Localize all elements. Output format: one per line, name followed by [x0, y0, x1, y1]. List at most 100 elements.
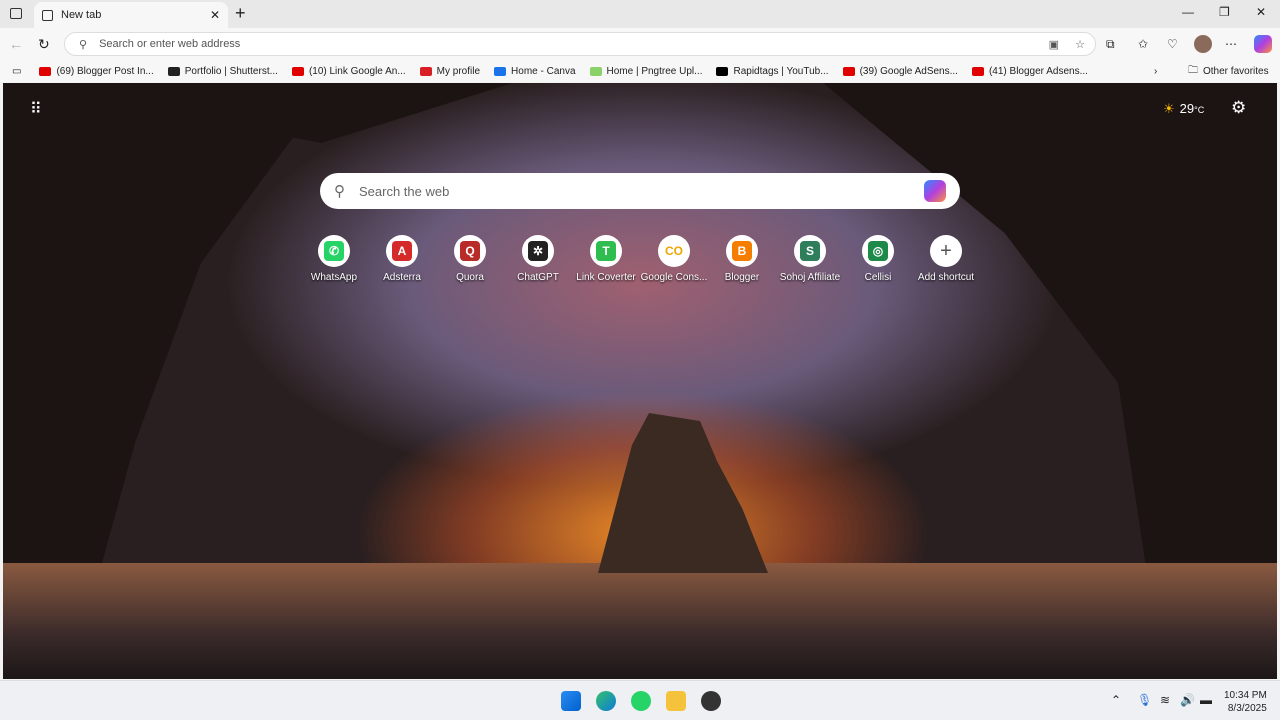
shortcut-tile[interactable]: S Sohoj Affiliate	[776, 235, 844, 283]
weather-widget[interactable]: ☀ 29°C	[1163, 101, 1204, 117]
shortcut-icon: CO	[658, 235, 690, 267]
more-icon[interactable]: ⋯	[1225, 37, 1237, 51]
add-shortcut-button[interactable]: + Add shortcut	[912, 235, 980, 283]
bookmark-item[interactable]: My profile	[419, 66, 480, 77]
shortcut-icon: A	[386, 235, 418, 267]
bookmark-item[interactable]: Portfolio | Shutterst...	[167, 66, 278, 77]
microphone-icon[interactable]: 🎙	[1137, 693, 1152, 707]
extensions-icon[interactable]: ⧉	[1106, 37, 1115, 52]
newtab-icon	[42, 9, 53, 21]
address-bar[interactable]: ⚲ Search or enter web address ☆ ▣	[64, 32, 1096, 56]
bookmark-item[interactable]: Home - Canva	[494, 66, 576, 77]
bookmark-favicon-icon	[842, 66, 855, 76]
bookmark-favicon-icon	[291, 66, 304, 76]
volume-icon[interactable]: 🔊	[1180, 693, 1195, 707]
shortcut-tile[interactable]: CO Google Cons...	[640, 235, 708, 283]
copilot-icon[interactable]	[924, 180, 946, 202]
more-bookmarks-chevron-icon[interactable]: ›	[1154, 66, 1157, 77]
shortcut-tile[interactable]: Q Quora	[436, 235, 504, 283]
tab-actions-icon[interactable]	[10, 8, 22, 19]
web-search-box[interactable]: ⚲ Search the web	[320, 173, 960, 209]
clock[interactable]: 10:34 PM 8/3/2025	[1224, 689, 1267, 715]
bookmark-favicon-icon	[167, 66, 180, 76]
address-input[interactable]: Search or enter web address	[99, 38, 240, 50]
back-icon[interactable]: ←	[9, 36, 23, 52]
bookmark-item[interactable]: Rapidtags | YouTub...	[716, 66, 829, 77]
temperature: 29	[1179, 101, 1195, 116]
shortcut-tile[interactable]: A Adsterra	[368, 235, 436, 283]
collections-icon[interactable]: ▭	[12, 66, 21, 77]
bookmark-item[interactable]: (39) Google AdSens...	[842, 66, 958, 77]
shortcut-label: Google Cons...	[640, 272, 708, 283]
shortcut-tile[interactable]: ✲ ChatGPT	[504, 235, 572, 283]
shortcut-icon: ✲	[522, 235, 554, 267]
new-tab-button[interactable]: +	[235, 3, 246, 24]
bookmark-favicon-icon	[716, 66, 729, 76]
shortcuts-grid: ✆ WhatsApp A Adsterra Q Quora ✲ ChatGPT T Link Co…	[300, 235, 980, 283]
copilot-icon[interactable]	[1254, 35, 1272, 53]
shortcut-icon: ◎	[862, 235, 894, 267]
bookmark-item[interactable]: (69) Blogger Post In...	[39, 66, 154, 77]
health-icon[interactable]: ♡	[1167, 37, 1178, 51]
bookmark-favicon-icon	[39, 66, 52, 76]
weather-sun-icon: ☀	[1163, 101, 1175, 116]
refresh-icon[interactable]: ↻	[38, 36, 50, 53]
maximize-button[interactable]: ❐	[1219, 5, 1230, 19]
windows-start-icon[interactable]	[561, 691, 581, 711]
close-window-button[interactable]: ✕	[1256, 5, 1266, 19]
wifi-icon[interactable]: ≋	[1160, 693, 1170, 707]
bookmark-item[interactable]: Home | Pngtree Upl...	[589, 66, 702, 77]
bookmark-item[interactable]: (10) Link Google An...	[291, 66, 406, 77]
shortcut-icon: Q	[454, 235, 486, 267]
shortcut-label: Quora	[456, 272, 484, 283]
search-icon: ⚲	[334, 183, 345, 200]
folder-icon: 🗀	[1188, 64, 1198, 76]
shortcut-tile[interactable]: ✆ WhatsApp	[300, 235, 368, 283]
tab-new-tab[interactable]: New tab ✕	[34, 2, 228, 28]
clock-time: 10:34 PM	[1224, 690, 1267, 701]
shortcut-label: Sohoj Affiliate	[779, 272, 841, 283]
avatar[interactable]	[1194, 35, 1212, 53]
shortcut-label: Adsterra	[383, 272, 421, 283]
whatsapp-icon[interactable]	[631, 691, 651, 711]
shortcut-label: ChatGPT	[517, 272, 559, 283]
settings-gear-icon[interactable]: ⚙	[1231, 98, 1246, 118]
battery-icon[interactable]: ▬	[1200, 693, 1212, 707]
clock-date: 8/3/2025	[1227, 703, 1267, 714]
favorites-icon[interactable]: ✩	[1138, 37, 1148, 51]
shortcut-tile[interactable]: ◎ Cellisi	[844, 235, 912, 283]
file-explorer-icon[interactable]	[666, 691, 686, 711]
background-rock	[598, 413, 768, 573]
chrome-icon[interactable]	[701, 691, 721, 711]
shortcut-tile[interactable]: B Blogger	[708, 235, 776, 283]
bookmark-item[interactable]: (41) Blogger Adsens...	[971, 66, 1088, 77]
minimize-button[interactable]: —	[1182, 5, 1194, 19]
show-hidden-icons-chevron[interactable]: ⌃	[1111, 693, 1121, 707]
bookmark-favicon-icon	[419, 66, 432, 76]
bookmark-favicon-icon	[589, 66, 602, 76]
other-favorites[interactable]: 🗀 Other favorites	[1188, 63, 1269, 80]
shortcut-label: Link Coverter	[576, 272, 636, 283]
toolbar: ← ↻ ⚲ Search or enter web address ☆ ▣ ⧉ …	[0, 28, 1280, 60]
shortcut-icon: T	[590, 235, 622, 267]
bookmark-favicon-icon	[971, 66, 984, 76]
shortcut-icon: ✆	[318, 235, 350, 267]
shortcut-tile[interactable]: T Link Coverter	[572, 235, 640, 283]
favorite-star-icon[interactable]: ☆	[1075, 38, 1085, 51]
search-icon: ⚲	[79, 38, 88, 51]
shortcut-label: Cellisi	[864, 272, 892, 283]
close-tab-icon[interactable]: ✕	[210, 8, 220, 22]
tab-strip: New tab ✕ + — ❐ ✕	[0, 0, 1280, 28]
bookmark-favicon-icon	[494, 66, 507, 76]
new-tab-page: ⠿ ☀ 29°C ⚙ ⚲ Search the web ✆ WhatsApp A Ad…	[3, 83, 1277, 679]
bookmarks-bar: ▭ (69) Blogger Post In... Portfolio | Shu…	[0, 60, 1280, 82]
shortcut-label: WhatsApp	[310, 272, 358, 283]
edge-icon[interactable]	[596, 691, 616, 711]
web-search-input[interactable]: Search the web	[359, 184, 910, 199]
reader-icon[interactable]: ▣	[1049, 38, 1059, 51]
tab-title: New tab	[61, 9, 102, 21]
background-sea	[3, 563, 1277, 679]
apps-grid-icon[interactable]: ⠿	[30, 99, 42, 119]
shortcut-icon: B	[726, 235, 758, 267]
shortcut-label: Blogger	[724, 272, 760, 283]
